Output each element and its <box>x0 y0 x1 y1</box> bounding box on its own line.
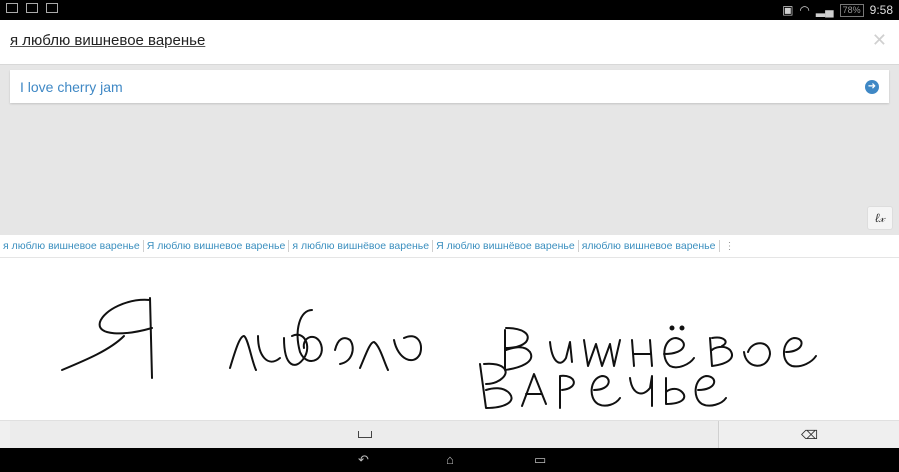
recents-icon[interactable]: ▭ <box>534 452 546 468</box>
suggestion-item[interactable]: Я люблю вишневое варенье <box>144 240 290 252</box>
translation-panel: I love cherry jam ➜ ℓ𝓍 <box>0 65 899 235</box>
grid-icon <box>26 3 38 13</box>
source-text-input[interactable]: я люблю вишневое варенье <box>10 32 205 49</box>
back-icon[interactable]: ↶ <box>358 452 369 468</box>
source-input-bar[interactable]: я люблю вишневое варенье ✕ <box>0 20 899 65</box>
backspace-icon: ⌫ <box>801 428 818 442</box>
more-vert-icon[interactable]: ⋮ <box>720 241 735 252</box>
suggestion-item[interactable]: я люблю вишневое варенье <box>0 240 144 252</box>
translation-result-text: I love cherry jam <box>20 79 123 95</box>
handwriting-toggle-button[interactable]: ℓ𝓍 <box>867 206 893 230</box>
handwriting-strokes <box>61 297 817 409</box>
status-time: 9:58 <box>869 3 893 17</box>
arrow-right-circle-icon[interactable]: ➜ <box>865 80 879 94</box>
sim-icon: ▣ <box>782 3 794 17</box>
suggestion-strip: я люблю вишневое варенье Я люблю вишнево… <box>0 235 899 258</box>
home-icon[interactable]: ⌂ <box>446 452 454 467</box>
screen-icon <box>6 3 18 13</box>
handwriting-canvas[interactable] <box>0 258 899 420</box>
handwriting-icon: ℓ𝓍 <box>875 211 885 225</box>
translation-result-card[interactable]: I love cherry jam ➜ <box>10 70 889 103</box>
suggestion-item[interactable]: я люблю вишнёвое варенье <box>289 240 434 252</box>
navigation-bar: ↶ ⌂ ▭ <box>0 448 899 472</box>
space-key[interactable] <box>10 421 719 449</box>
close-icon[interactable]: ✕ <box>872 30 887 51</box>
suggestion-item[interactable]: ялюблю вишневое варенье <box>579 240 720 252</box>
signal-icon: ▂▄ <box>815 3 834 17</box>
status-bar: ▣ ◠ ▂▄ 78% 9:58 <box>0 0 899 20</box>
backspace-key[interactable]: ⌫ <box>720 421 899 449</box>
keyboard-bottom-row: ⌫ <box>0 420 899 449</box>
space-icon <box>358 431 372 438</box>
wifi-icon: ◠ <box>799 3 810 17</box>
suggestion-item[interactable]: Я люблю вишнёвое варенье <box>433 240 579 252</box>
image-icon <box>46 3 58 13</box>
battery-indicator: 78% <box>839 3 864 17</box>
